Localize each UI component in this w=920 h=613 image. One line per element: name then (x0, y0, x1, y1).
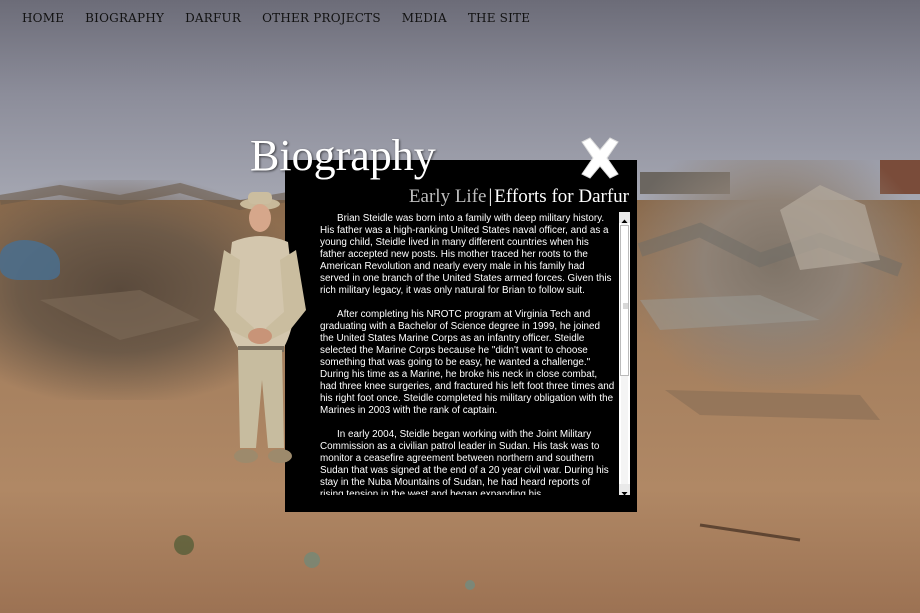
scroll-down-arrow[interactable] (619, 484, 630, 496)
scroll-thumb[interactable] (620, 225, 629, 376)
nav-biography[interactable]: BIOGRAPHY (85, 11, 164, 25)
paragraph: Brian Steidle was born into a family wit… (320, 213, 612, 296)
soldier-photo (214, 192, 306, 463)
subtabs: Early Life | Efforts for Darfur (409, 186, 629, 208)
biography-text[interactable]: Brian Steidle was born into a family wit… (320, 213, 616, 495)
page-title: Biography (250, 131, 436, 180)
paragraph: In early 2004, Steidle began working wit… (320, 429, 609, 495)
close-icon[interactable] (577, 136, 623, 180)
content-panel: Early Life | Efforts for Darfur Brian Stei… (285, 160, 637, 512)
paragraph: After completing his NROTC program at Vi… (320, 309, 615, 416)
nav-darfur[interactable]: DARFUR (185, 11, 241, 25)
tab-efforts-for-darfur[interactable]: Efforts for Darfur (494, 186, 629, 207)
tab-separator: | (488, 186, 493, 207)
tab-early-life[interactable]: Early Life (409, 186, 487, 207)
text-scrollbar[interactable] (619, 212, 630, 496)
scroll-up-arrow[interactable] (619, 212, 630, 223)
nav-other-projects[interactable]: OTHER PROJECTS (262, 11, 381, 25)
nav-the-site[interactable]: THE SITE (468, 11, 530, 25)
nav-media[interactable]: MEDIA (402, 11, 447, 25)
nav-home[interactable]: HOME (22, 11, 64, 25)
top-nav: HOME BIOGRAPHY DARFUR OTHER PROJECTS MED… (22, 11, 551, 25)
